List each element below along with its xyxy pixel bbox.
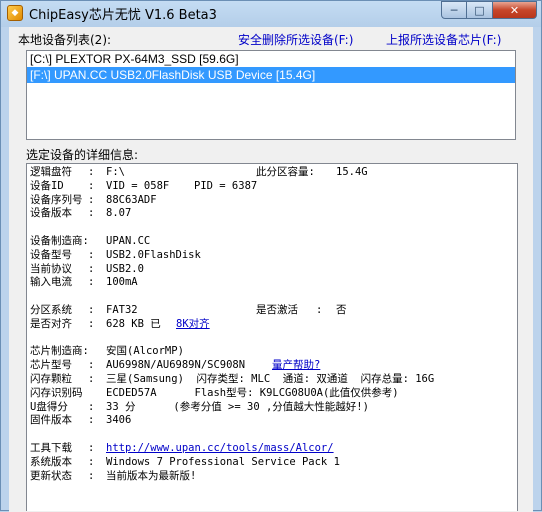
- detail-row-current: 输入电流 : 100mA: [30, 276, 517, 290]
- detail-row-flash: 闪存颗粒 : 三星(Samsung) 闪存类型: MLC 通道: 双通道 闪存总…: [30, 373, 517, 387]
- detail-row-model: 设备型号 : USB2.0FlashDisk: [30, 249, 517, 263]
- detail-key: 逻辑盘符: [30, 166, 72, 178]
- detail-row-os: 系统版本 : Windows 7 Professional Service Pa…: [30, 456, 517, 470]
- close-button[interactable]: ✕: [493, 1, 537, 19]
- detail-value: AU6998N/AU6989N/SC908N: [106, 359, 246, 372]
- detail-value: USB2.0FlashDisk: [106, 248, 201, 261]
- detail-value: PID = 6387: [194, 179, 258, 192]
- detail-colon: :: [88, 276, 95, 289]
- detail-value: 100mA: [106, 276, 138, 289]
- detail-row-protocol: 当前协议 : USB2.0: [30, 263, 517, 277]
- chip-icon: ◆: [7, 5, 23, 21]
- detail-value: Windows 7 Professional Service Pack 1: [106, 455, 340, 468]
- tool-download-link[interactable]: http://www.upan.cc/tools/mass/Alcor/: [106, 442, 334, 456]
- detail-row-logical-drive: 逻辑盘符 : F:\ 此分区容量: 15.4G: [30, 166, 517, 180]
- detail-value: 三星(Samsung) 闪存类型: MLC 通道: 双通道 闪存总量: 16G: [106, 372, 435, 385]
- detail-row-serial: 设备序列号 : 88C63ADF: [30, 194, 517, 208]
- detail-row-chip-maker: 芯片制造商: 安国(AlcorMP): [30, 345, 517, 359]
- detail-row-version: 设备版本 : 8.07: [30, 207, 517, 221]
- device-list[interactable]: [C:\] PLEXTOR PX-64M3_SSD [59.6G] [F:\] …: [26, 50, 516, 140]
- detail-value: USB2.0: [106, 262, 144, 275]
- detail-value: 否: [336, 303, 347, 316]
- detail-colon: :: [88, 455, 95, 468]
- detail-row-maker: 设备制造商: UPAN.CC: [30, 235, 517, 249]
- detail-key: 芯片制造商:: [30, 345, 89, 358]
- details-box[interactable]: 逻辑盘符 : F:\ 此分区容量: 15.4G 设备ID : VID = 058…: [26, 163, 518, 511]
- detail-value: 88C63ADF: [106, 193, 157, 206]
- local-devices-label: 本地设备列表(2):: [18, 33, 112, 47]
- detail-key: 系统版本: [30, 455, 72, 468]
- detail-key: 工具下载: [30, 441, 72, 454]
- detail-colon: :: [88, 400, 95, 413]
- detail-value: 33 分 (参考分值 >= 30 ,分值越大性能越好!): [106, 400, 369, 413]
- detail-colon: :: [88, 317, 95, 330]
- detail-value: 628 KB 已: [106, 317, 161, 330]
- detail-value: FAT32: [106, 303, 138, 316]
- detail-row-chip-model: 芯片型号 : AU6998N/AU6989N/SC908N 量产帮助?: [30, 359, 517, 373]
- detail-colon: :: [88, 469, 95, 482]
- alignment-link[interactable]: 8K对齐: [176, 318, 210, 332]
- detail-row-alignment: 是否对齐 : 628 KB 已 8K对齐: [30, 318, 517, 332]
- detail-colon: :: [88, 193, 95, 206]
- detail-value: F:\: [106, 166, 125, 178]
- detail-key: 是否激活: [256, 303, 298, 316]
- detail-colon: :: [88, 414, 95, 427]
- window-title: ChipEasy芯片无忧 V1.6 Beta3: [29, 7, 217, 23]
- detail-key: 设备型号: [30, 248, 72, 261]
- detail-colon: :: [88, 207, 95, 220]
- safe-remove-link[interactable]: 安全删除所选设备(F:): [238, 31, 353, 48]
- title-bar[interactable]: ◆ ChipEasy芯片无忧 V1.6 Beta3 ─ □ ✕: [1, 1, 541, 25]
- detail-row-firmware: 固件版本 : 3406: [30, 414, 517, 428]
- details-text: 逻辑盘符 : F:\ 此分区容量: 15.4G 设备ID : VID = 058…: [30, 166, 517, 483]
- detail-key: 闪存颗粒: [30, 372, 72, 385]
- detail-value: 8.07: [106, 207, 132, 220]
- details-label: 选定设备的详细信息:: [26, 148, 139, 162]
- detail-value: UPAN.CC: [106, 234, 151, 247]
- detail-colon: :: [88, 303, 95, 316]
- window-controls: ─ □ ✕: [441, 1, 537, 19]
- device-item-f[interactable]: [F:\] UPAN.CC USB2.0FlashDisk USB Device…: [27, 67, 515, 83]
- detail-key: 设备ID: [30, 179, 64, 192]
- detail-key: 是否对齐: [30, 317, 72, 330]
- detail-key: U盘得分: [30, 400, 68, 413]
- detail-row-flash-id: 闪存识别码 ECDED57A Flash型号: K9LCG08U0A(此值仅供参…: [30, 387, 517, 401]
- detail-row-device-id: 设备ID : VID = 058F PID = 6387: [30, 180, 517, 194]
- detail-colon: :: [88, 166, 95, 178]
- detail-key: 当前协议: [30, 262, 72, 275]
- detail-row-tool-download: 工具下载 : http://www.upan.cc/tools/mass/Alc…: [30, 442, 517, 456]
- detail-colon: :: [88, 372, 95, 385]
- detail-colon: :: [88, 179, 95, 192]
- detail-value: 当前版本为最新版!: [106, 469, 197, 482]
- detail-colon: :: [88, 359, 95, 372]
- detail-key: 闪存识别码: [30, 386, 83, 399]
- detail-key: 此分区容量:: [256, 166, 315, 178]
- detail-value: VID = 058F: [106, 179, 170, 192]
- detail-value: 3406: [106, 414, 132, 427]
- top-row: 本地设备列表(2): 安全删除所选设备(F:) 上报所选设备芯片(F:): [18, 31, 528, 47]
- detail-colon: :: [88, 262, 95, 275]
- detail-key: 分区系统: [30, 303, 72, 316]
- detail-key: 芯片型号: [30, 359, 72, 372]
- detail-key: 设备版本: [30, 207, 72, 220]
- detail-row-update: 更新状态 : 当前版本为最新版!: [30, 470, 517, 484]
- detail-row-score: U盘得分 : 33 分 (参考分值 >= 30 ,分值越大性能越好!): [30, 401, 517, 415]
- detail-colon: :: [316, 303, 323, 316]
- detail-key: 更新状态: [30, 469, 72, 482]
- detail-value: ECDED57A Flash型号: K9LCG08U0A(此值仅供参考): [106, 386, 399, 399]
- maximize-button[interactable]: □: [467, 1, 493, 19]
- detail-key: 输入电流: [30, 276, 72, 289]
- detail-key: 固件版本: [30, 414, 72, 427]
- report-chip-link[interactable]: 上报所选设备芯片(F:): [386, 31, 501, 48]
- detail-row-filesystem: 分区系统 : FAT32 是否激活 : 否: [30, 304, 517, 318]
- minimize-button[interactable]: ─: [441, 1, 467, 19]
- detail-key: 设备序列号: [30, 193, 83, 206]
- detail-colon: :: [88, 441, 95, 454]
- detail-value: 15.4G: [336, 166, 368, 178]
- mass-production-help-link[interactable]: 量产帮助?: [272, 359, 320, 373]
- detail-key: 设备制造商:: [30, 234, 89, 247]
- device-item-c[interactable]: [C:\] PLEXTOR PX-64M3_SSD [59.6G]: [27, 51, 515, 67]
- detail-value: 安国(AlcorMP): [106, 345, 184, 358]
- detail-colon: :: [88, 248, 95, 261]
